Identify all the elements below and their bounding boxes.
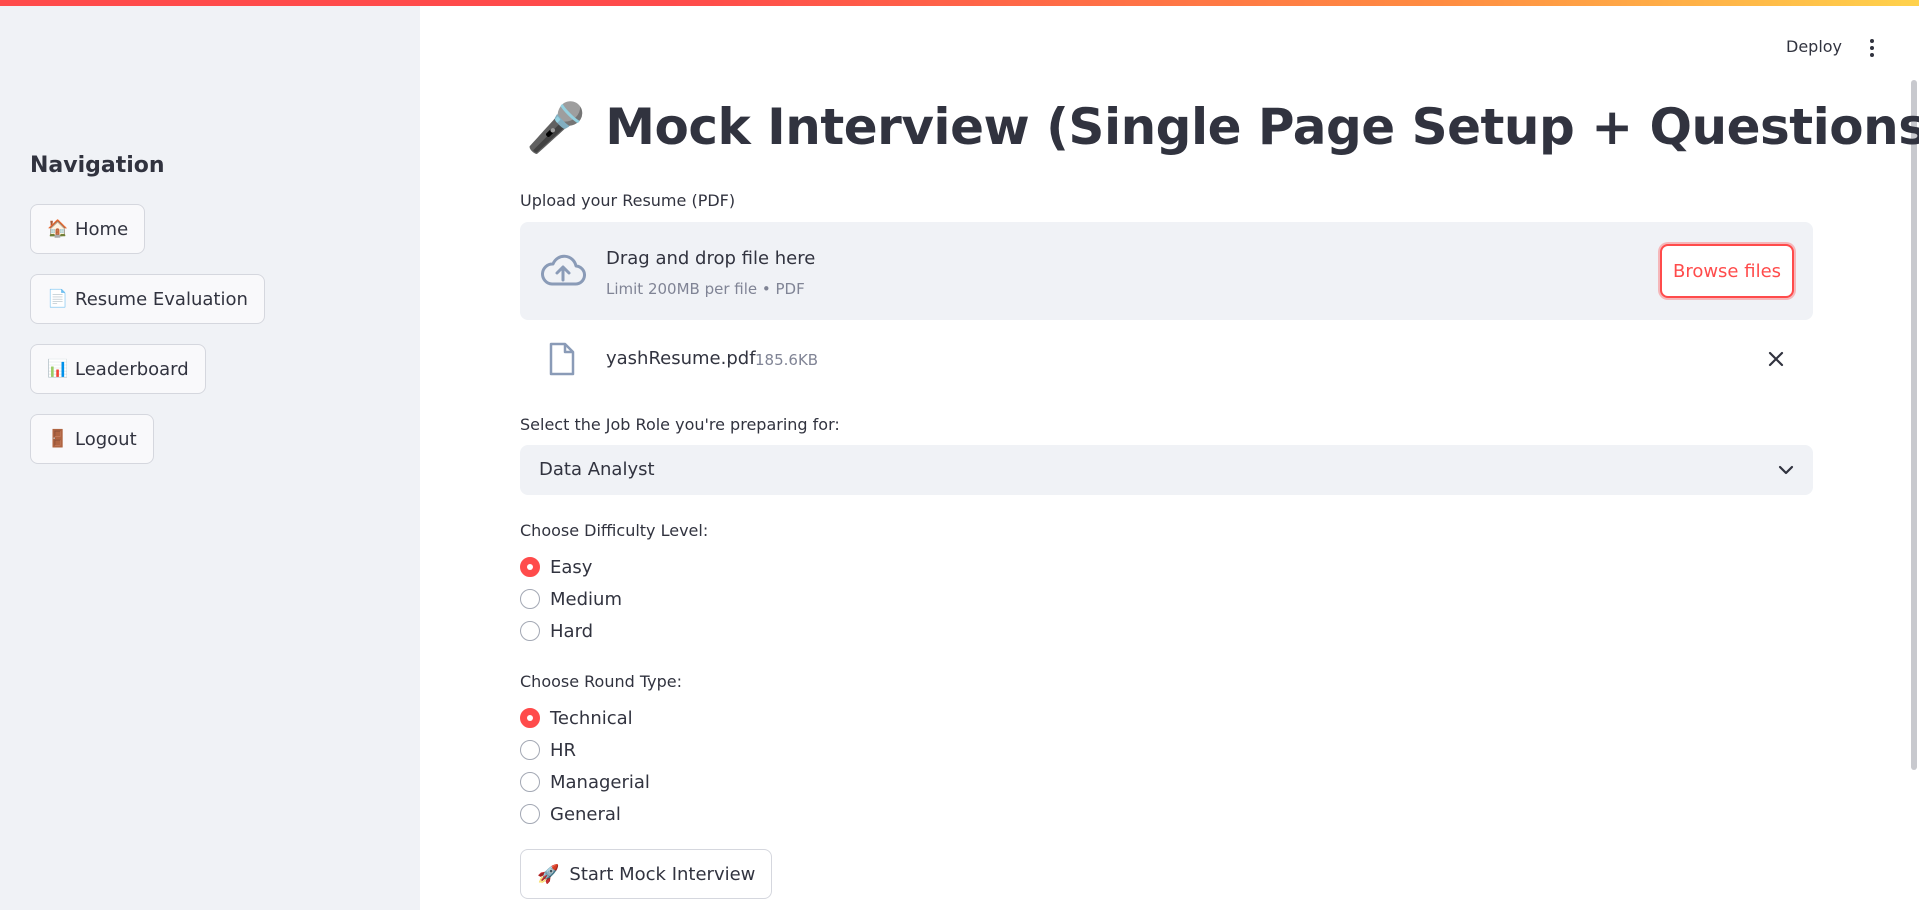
sidebar-item-home[interactable]: 🏠 Home bbox=[30, 204, 146, 254]
radio-label: General bbox=[550, 803, 621, 825]
start-mock-interview-button[interactable]: 🚀 Start Mock Interview bbox=[520, 849, 773, 899]
sidebar-item-label: Logout bbox=[75, 428, 137, 450]
dropzone-limit-text: Limit 200MB per file • PDF bbox=[606, 280, 805, 298]
page-title-text: Mock Interview (Single Page Setup + Ques… bbox=[605, 98, 1919, 156]
round-option-general[interactable]: General bbox=[520, 802, 621, 826]
difficulty-option-hard[interactable]: Hard bbox=[520, 619, 593, 643]
rocket-icon: 🚀 bbox=[537, 863, 560, 885]
bar-chart-icon: 📊 bbox=[47, 359, 69, 379]
house-icon: 🏠 bbox=[47, 219, 69, 239]
radio-unselected-icon bbox=[520, 621, 540, 641]
scrollbar[interactable] bbox=[1911, 80, 1917, 770]
round-option-managerial[interactable]: Managerial bbox=[520, 770, 650, 794]
cloud-upload-icon bbox=[541, 254, 586, 286]
uploaded-file-name: yashResume.pdf bbox=[606, 348, 756, 369]
round-option-hr[interactable]: HR bbox=[520, 738, 576, 762]
door-icon: 🚪 bbox=[47, 429, 69, 449]
browse-files-button[interactable]: Browse files bbox=[1660, 244, 1794, 298]
radio-label: Medium bbox=[550, 588, 622, 610]
dropzone-title: Drag and drop file here bbox=[606, 248, 816, 269]
round-type-label: Choose Round Type: bbox=[520, 672, 683, 691]
file-dropzone[interactable]: Drag and drop file here Limit 200MB per … bbox=[520, 222, 1813, 320]
microphone-icon: 🎤 bbox=[526, 99, 586, 156]
sidebar: Navigation 🏠 Home 📄 Resume Evaluation 📊 … bbox=[0, 0, 420, 910]
radio-unselected-icon bbox=[520, 740, 540, 760]
close-icon[interactable] bbox=[1765, 348, 1787, 370]
more-menu-icon[interactable] bbox=[1866, 37, 1878, 59]
top-decoration-bar bbox=[0, 0, 1919, 6]
difficulty-label: Choose Difficulty Level: bbox=[520, 521, 709, 540]
job-role-selected-value: Data Analyst bbox=[539, 459, 655, 480]
sidebar-title: Navigation bbox=[30, 153, 165, 178]
sidebar-item-leaderboard[interactable]: 📊 Leaderboard bbox=[30, 344, 206, 394]
job-role-select[interactable]: Data Analyst bbox=[520, 445, 1813, 495]
deploy-button[interactable]: Deploy bbox=[1786, 37, 1842, 56]
page-title: 🎤 Mock Interview (Single Page Setup + Qu… bbox=[526, 98, 1919, 156]
radio-selected-icon bbox=[520, 708, 540, 728]
sidebar-item-label: Resume Evaluation bbox=[75, 288, 248, 310]
radio-label: HR bbox=[550, 739, 577, 761]
radio-label: Managerial bbox=[550, 771, 650, 793]
radio-selected-icon bbox=[520, 557, 540, 577]
radio-label: Easy bbox=[550, 556, 593, 578]
sidebar-item-label: Home bbox=[75, 218, 129, 240]
difficulty-option-medium[interactable]: Medium bbox=[520, 587, 622, 611]
start-button-label: Start Mock Interview bbox=[569, 863, 756, 885]
job-role-label: Select the Job Role you're preparing for… bbox=[520, 415, 840, 434]
document-icon: 📄 bbox=[47, 289, 69, 309]
radio-unselected-icon bbox=[520, 589, 540, 609]
sidebar-item-resume-evaluation[interactable]: 📄 Resume Evaluation bbox=[30, 274, 265, 324]
uploaded-file-size: 185.6KB bbox=[755, 351, 819, 369]
sidebar-item-label: Leaderboard bbox=[75, 358, 189, 380]
radio-label: Hard bbox=[550, 620, 594, 642]
round-option-technical[interactable]: Technical bbox=[520, 706, 633, 730]
upload-label: Upload your Resume (PDF) bbox=[520, 191, 736, 210]
radio-unselected-icon bbox=[520, 804, 540, 824]
chevron-down-icon bbox=[1778, 465, 1794, 475]
difficulty-option-easy[interactable]: Easy bbox=[520, 555, 592, 579]
radio-label: Technical bbox=[550, 707, 633, 729]
uploaded-file-row: yashResume.pdf 185.6KB bbox=[520, 336, 1813, 384]
radio-unselected-icon bbox=[520, 772, 540, 792]
file-icon bbox=[549, 342, 575, 376]
sidebar-item-logout[interactable]: 🚪 Logout bbox=[30, 414, 154, 464]
